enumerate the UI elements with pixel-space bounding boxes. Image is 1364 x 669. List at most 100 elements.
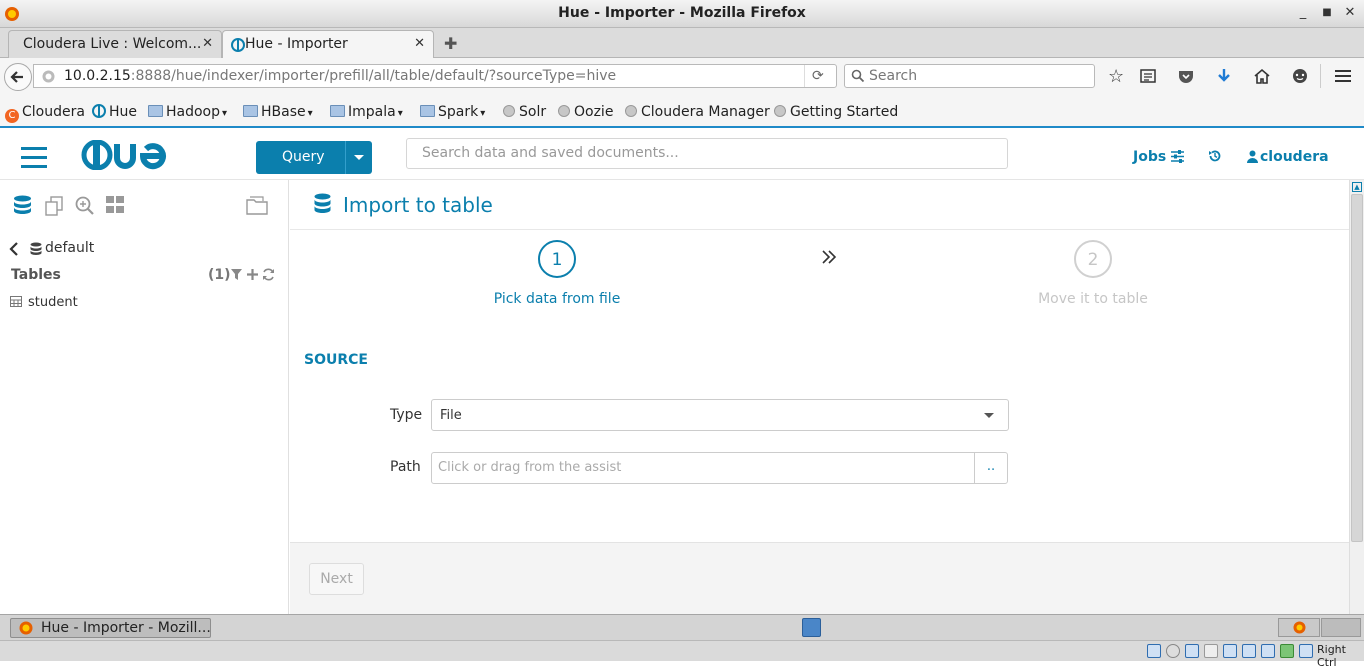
step-1-number: 1 <box>551 250 563 270</box>
capture-icon[interactable] <box>1242 644 1256 658</box>
network-icon[interactable] <box>1185 644 1199 658</box>
bookmark-oozie[interactable]: Oozie <box>558 104 613 120</box>
window-title-bar: Hue - Importer - Mozilla Firefox _ ■ ✕ <box>0 0 1364 28</box>
hamburger-menu-icon[interactable] <box>21 147 47 174</box>
step-2-label[interactable]: Move it to table <box>1023 291 1163 307</box>
url-text[interactable]: 10.0.2.15:8888/hue/indexer/importer/pref… <box>64 68 616 84</box>
chevron-down-icon[interactable] <box>354 155 364 160</box>
bookmark-star-icon[interactable]: ☆ <box>1108 66 1124 87</box>
bookmark-cloudera-manager[interactable]: Cloudera Manager <box>625 104 770 120</box>
filter-icon[interactable] <box>231 269 242 280</box>
reading-list-icon[interactable] <box>1140 68 1156 84</box>
path-browse-button[interactable]: .. <box>974 452 1008 484</box>
close-tab-icon[interactable]: ✕ <box>202 36 213 51</box>
new-tab-icon[interactable]: ✚ <box>444 34 457 53</box>
display-icon[interactable] <box>1223 644 1237 658</box>
bookmark-cloudera[interactable]: C Cloudera <box>5 104 85 123</box>
scrollbar-thumb[interactable] <box>1351 194 1363 542</box>
keyboard-capture-icon[interactable] <box>1299 644 1313 658</box>
minimize-icon[interactable]: _ <box>1294 4 1312 22</box>
bookmark-solr[interactable]: Solr <box>503 104 546 120</box>
firefox-icon <box>1293 621 1306 634</box>
browser-search-input[interactable]: Search <box>844 64 1095 88</box>
workspace-switcher[interactable] <box>1278 618 1320 637</box>
close-tab-icon[interactable]: ✕ <box>414 36 425 51</box>
database-icon[interactable] <box>13 195 32 216</box>
globe-icon <box>625 105 637 117</box>
scroll-up-arrow-icon[interactable]: ▲ <box>1352 182 1362 192</box>
next-button[interactable]: Next <box>309 563 364 595</box>
chevron-down-icon: ▾ <box>397 108 403 119</box>
window-title: Hue - Importer - Mozilla Firefox <box>558 5 806 21</box>
type-select[interactable]: File <box>431 399 1009 431</box>
mouse-integration-icon[interactable] <box>1280 644 1294 658</box>
os-taskbar: Hue - Importer - Mozill... <box>0 614 1364 640</box>
tables-heading: Tables <box>11 267 61 283</box>
search-icon <box>851 69 865 83</box>
add-icon[interactable] <box>247 269 258 280</box>
search-assist-icon[interactable] <box>75 196 94 215</box>
pocket-icon[interactable] <box>1178 68 1194 84</box>
url-bar[interactable]: 10.0.2.15:8888/hue/indexer/importer/pref… <box>33 64 837 88</box>
reload-icon[interactable]: ⟳ <box>812 68 824 84</box>
type-select-value: File <box>440 408 462 423</box>
chat-icon[interactable] <box>1292 68 1308 84</box>
optical-drive-icon[interactable] <box>1166 644 1180 658</box>
folder-open-icon[interactable] <box>246 195 268 215</box>
back-chevron-icon[interactable] <box>9 242 19 256</box>
tab-cloudera-live[interactable]: Cloudera Live : Welcom... ✕ <box>8 30 222 58</box>
tab-hue-importer[interactable]: Hue - Importer ✕ <box>222 30 434 59</box>
tab-label: Hue - Importer <box>245 36 348 52</box>
hue-logo[interactable] <box>81 140 179 170</box>
refresh-icon[interactable] <box>262 268 275 281</box>
bookmark-folder-hadoop[interactable]: Hadoop ▾ <box>148 104 227 120</box>
close-window-icon[interactable]: ✕ <box>1341 4 1359 22</box>
jobs-link[interactable]: Jobs <box>1133 149 1166 165</box>
toolbar-divider <box>1320 64 1321 88</box>
host-key-label: Right Ctrl <box>1317 643 1346 669</box>
history-icon[interactable] <box>1208 149 1222 163</box>
step-1-circle[interactable]: 1 <box>538 240 576 278</box>
file-manager-icon[interactable] <box>802 618 821 637</box>
database-name[interactable]: default <box>45 240 94 256</box>
query-button-label: Query <box>282 149 325 165</box>
taskbar-firefox-window[interactable]: Hue - Importer - Mozill... <box>10 618 211 638</box>
globe-icon <box>774 105 786 117</box>
chevron-down-icon: ▾ <box>307 108 313 119</box>
virtualization-icon[interactable] <box>1261 644 1275 658</box>
table-item-student[interactable]: student <box>28 295 78 310</box>
workspace-switcher-2[interactable] <box>1321 618 1361 637</box>
path-input[interactable]: Click or drag from the assist <box>431 452 975 484</box>
importer-main: Import to table 1 Pick data from file 2 … <box>290 180 1349 614</box>
documents-icon[interactable] <box>44 196 64 216</box>
path-input-placeholder: Click or drag from the assist <box>438 460 622 475</box>
page-scrollbar[interactable]: ▲ <box>1349 180 1364 614</box>
hue-top-nav: Query Search data and saved documents...… <box>0 130 1364 180</box>
bookmark-folder-spark[interactable]: Spark ▾ <box>420 104 485 120</box>
sliders-icon[interactable] <box>1171 150 1184 163</box>
shared-folder-icon[interactable] <box>1204 644 1218 658</box>
path-label: Path <box>390 459 421 475</box>
bookmark-folder-hbase[interactable]: HBase ▾ <box>243 104 313 120</box>
bookmark-hue[interactable]: Hue <box>92 104 137 120</box>
user-menu[interactable]: cloudera <box>1260 149 1329 165</box>
back-button[interactable] <box>4 63 32 91</box>
bookmarks-bar: C Cloudera Hue Hadoop ▾ HBase ▾ Impala ▾ Spa… <box>0 96 1364 128</box>
query-button[interactable]: Query <box>256 141 372 174</box>
menu-icon[interactable] <box>1335 69 1351 83</box>
site-info-icon[interactable] <box>42 70 55 83</box>
bookmark-folder-impala[interactable]: Impala ▾ <box>330 104 403 120</box>
step-1-label[interactable]: Pick data from file <box>487 291 627 307</box>
tables-count: (1) <box>208 267 231 283</box>
downloads-icon[interactable] <box>1216 68 1232 84</box>
bookmark-label: Hadoop <box>166 104 221 120</box>
step-2-circle[interactable]: 2 <box>1074 240 1112 278</box>
harddisk-icon[interactable] <box>1147 644 1161 658</box>
maximize-icon[interactable]: ■ <box>1318 4 1336 22</box>
global-search-input[interactable]: Search data and saved documents... <box>406 138 1008 169</box>
home-icon[interactable] <box>1254 68 1270 84</box>
firefox-icon <box>19 621 33 635</box>
apps-grid-icon[interactable] <box>106 196 124 213</box>
bookmark-label: Getting Started <box>790 104 899 120</box>
bookmark-getting-started[interactable]: Getting Started <box>774 104 898 120</box>
